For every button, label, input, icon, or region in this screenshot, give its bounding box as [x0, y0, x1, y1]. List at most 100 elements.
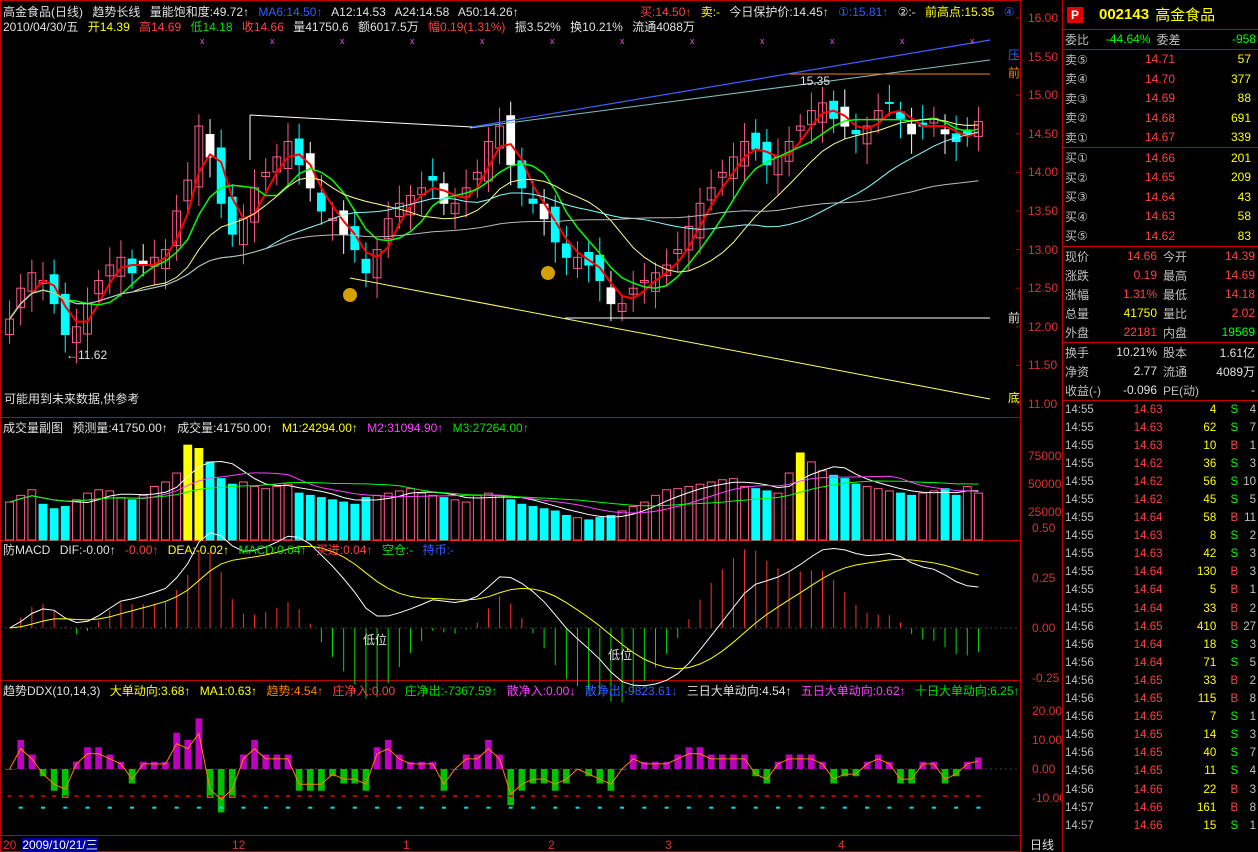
ddx-bar: [151, 761, 158, 769]
ddx-dot-red: [386, 795, 391, 798]
tick-count: 1: [1249, 819, 1257, 832]
macd-dif2: -0.00↑: [125, 543, 159, 557]
ddx-dot-cyan: [18, 806, 23, 809]
tick-count: 3: [1249, 457, 1257, 470]
tick-direction: B: [1230, 584, 1239, 597]
weicha-value: -958: [1231, 32, 1256, 47]
macd-empty: 空仓:-: [381, 543, 414, 557]
bid-volume: 43: [1237, 189, 1251, 204]
summary2-value: -0.096: [1122, 383, 1157, 397]
tick-row: 14:55 14.64 58 B 11: [1063, 509, 1258, 527]
month-label: 12: [232, 838, 246, 852]
top-marker: x: [620, 36, 625, 46]
ask-level: 卖②: [1065, 111, 1088, 126]
ddx-main-in: 庄净入:0.00: [332, 684, 396, 698]
indicator-name[interactable]: 趋势长线: [92, 5, 140, 19]
top-marker: x: [340, 36, 345, 46]
volume-bar: [172, 472, 182, 541]
summary2-value: 10.21%: [1116, 345, 1157, 359]
ddx-dot-red: [965, 795, 970, 798]
summary2-value-2: 1.61亿: [1219, 345, 1255, 360]
ddx-bar: [975, 757, 982, 769]
bar-float: 流通4088万: [632, 20, 695, 34]
macd-hold: 持币:-: [422, 543, 454, 557]
protect-price: 今日保护价:14.45↑: [729, 5, 829, 19]
bid-row: 买③ 14.64 43: [1063, 187, 1258, 207]
ddx-dot-red: [375, 795, 380, 798]
summary-row: 涨跌 0.19 最高 14.69: [1063, 266, 1258, 285]
tick-row: 14:56 14.65 7 S 1: [1063, 708, 1258, 726]
ddx-dot-cyan: [219, 806, 224, 809]
ddx-dot-cyan: [686, 806, 691, 809]
tick-direction: S: [1230, 819, 1239, 832]
bid-price: 14.63: [1144, 209, 1175, 224]
ddx-dot-red: [586, 795, 591, 798]
volume-bar: [194, 448, 204, 541]
ddx-dot-red: [40, 795, 45, 798]
tick-row: 14:56 14.64 18 S 3: [1063, 636, 1258, 654]
tick-time: 14:55: [1065, 457, 1094, 470]
tick-count: 5: [1249, 656, 1257, 669]
ddx-dot-red: [464, 795, 469, 798]
buy-signal: 买:14.50↑: [640, 5, 692, 19]
tick-time: 14:56: [1065, 656, 1094, 669]
vol-title[interactable]: 成交量副图: [3, 421, 63, 435]
vol-forecast: 预测量:41750.00↑: [72, 421, 168, 435]
tick-time: 14:56: [1065, 638, 1094, 651]
tick-time: 14:55: [1065, 421, 1094, 434]
ddx-title[interactable]: 趋势DDX(10,14,3): [3, 684, 100, 698]
p-icon[interactable]: P: [1067, 6, 1083, 23]
tick-volume: 71: [1203, 656, 1217, 669]
candle-body: [751, 132, 761, 150]
volume-bar: [896, 492, 905, 541]
ddx-dot-cyan: [464, 806, 469, 809]
macd-title[interactable]: 防MACD: [3, 543, 50, 557]
moving-average-line: [9, 180, 979, 320]
summary2-value-2: -: [1251, 383, 1255, 397]
tick-price: 14.65: [1133, 620, 1163, 633]
price-axis-label: 14.50: [1028, 126, 1059, 141]
ddx-dot-red: [631, 795, 636, 798]
volume-bar: [884, 490, 894, 541]
ddx-dot-red: [575, 795, 580, 798]
ask-volume: 339: [1230, 130, 1251, 145]
ddx-dot-red: [820, 795, 825, 798]
tick-volume: 42: [1203, 548, 1217, 561]
tick-price: 14.63: [1133, 403, 1163, 416]
tick-price: 14.63: [1133, 548, 1163, 561]
bar-amplitude: 振3.52%: [514, 20, 561, 34]
tick-count: 7: [1249, 747, 1257, 760]
chart-area[interactable]: x x x x x x x x x x x x 高金食品(日线) 趋势长线 量能饱和度:49.72↑ …: [0, 0, 1066, 852]
tick-list[interactable]: 14:55 14.63 4 S 4 14:55 14.63 62 S 7 14:55 14.63 10 B…: [1063, 401, 1258, 835]
period-label[interactable]: 日线: [1030, 838, 1054, 852]
volume-bar: [907, 494, 917, 541]
ddx-bar: [251, 740, 258, 769]
vol-value: 成交量:41750.00↑: [177, 421, 273, 435]
tick-time: 14:55: [1065, 530, 1094, 543]
ddx-dot-red: [352, 795, 357, 798]
ddx-dot-red: [675, 795, 680, 798]
volume-bar: [606, 514, 616, 541]
volume-axis-label: 75000: [1028, 449, 1062, 464]
summary2-row: 换手 10.21% 股本 1.61亿: [1063, 343, 1258, 362]
summary-label: 现价: [1065, 249, 1090, 264]
ddx-dot-red: [753, 795, 758, 798]
ddx-dot-red: [63, 795, 68, 798]
weibi-label: 委比: [1065, 32, 1090, 47]
tick-volume: 15: [1203, 819, 1217, 832]
moving-average-line: [8, 117, 979, 320]
ddx-bar: [173, 732, 180, 769]
weibi-value: -44.64%: [1105, 32, 1151, 47]
bid-price: 14.62: [1144, 228, 1175, 243]
tick-count: 4: [1249, 403, 1257, 416]
volume-bar: [472, 494, 482, 541]
tick-volume: 58: [1203, 512, 1217, 525]
ddx-dot-red: [764, 795, 769, 798]
summary2-label: 收益(-): [1065, 383, 1101, 398]
tick-count: 3: [1249, 566, 1257, 579]
volume-bar: [428, 494, 438, 541]
tick-row: 14:55 14.63 8 S 2: [1063, 527, 1258, 545]
ddx-dot-cyan: [775, 806, 780, 809]
ddx-dot-red: [508, 795, 513, 798]
bar-low: 低14.18: [190, 20, 233, 34]
